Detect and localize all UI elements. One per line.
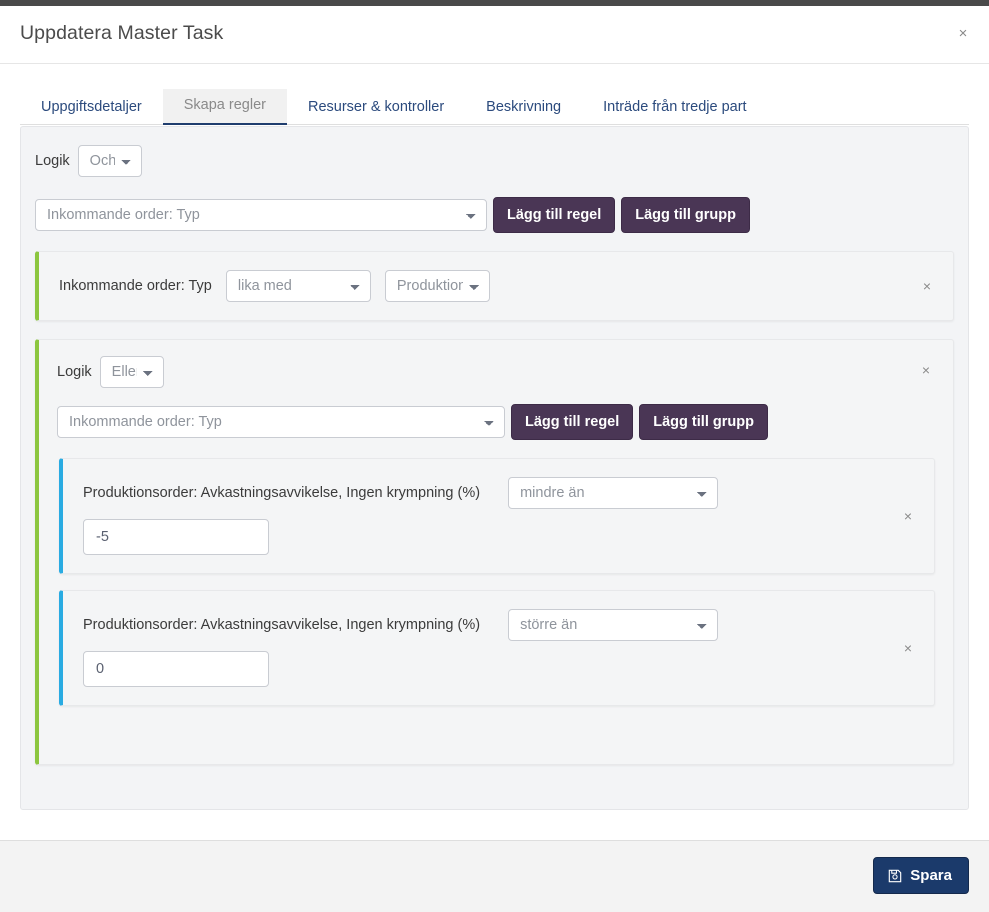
remove-rule-icon[interactable]: × xyxy=(918,277,936,295)
rule-value-select[interactable]: Produktion xyxy=(385,270,490,302)
rule-operator-select[interactable]: lika med xyxy=(226,270,371,302)
add-rule-button[interactable]: Lägg till regel xyxy=(493,197,615,233)
rule-field-label: Inkommande order: Typ xyxy=(59,278,212,294)
modal-footer: Spara xyxy=(0,840,989,912)
remove-nested-rule-icon[interactable]: × xyxy=(899,639,917,657)
root-logic-select[interactable]: Och xyxy=(78,145,142,177)
save-icon xyxy=(888,869,902,883)
tab-uppgiftsdetaljer[interactable]: Uppgiftsdetaljer xyxy=(20,91,163,125)
remove-nested-rule-icon[interactable]: × xyxy=(899,507,917,525)
nested-add-group-button[interactable]: Lägg till grupp xyxy=(639,404,768,440)
save-button[interactable]: Spara xyxy=(873,857,969,894)
nested-rule-top: Produktionsorder: Avkastningsavvikelse, … xyxy=(83,477,914,509)
nested-rule-operator-select[interactable]: mindre än xyxy=(508,477,718,509)
root-logic-row: Logik Och xyxy=(35,145,954,177)
nested-field-row: Inkommande order: Typ Lägg till regel Lä… xyxy=(57,404,935,440)
nested-logic-select[interactable]: Eller xyxy=(100,356,164,388)
nested-rule-value-input[interactable] xyxy=(83,519,269,555)
nested-rule-field-label: Produktionsorder: Avkastningsavvikelse, … xyxy=(83,485,480,501)
nested-rule-value-input[interactable] xyxy=(83,651,269,687)
page-title: Uppdatera Master Task xyxy=(20,22,223,45)
rule-line: Inkommande order: Typ lika med Produktio… xyxy=(59,270,933,302)
group-bottom-spacer xyxy=(57,722,935,754)
nested-rule-top: Produktionsorder: Avkastningsavvikelse, … xyxy=(83,609,914,641)
add-group-button[interactable]: Lägg till grupp xyxy=(621,197,750,233)
tab-list: Uppgiftsdetaljer Skapa regler Resurser &… xyxy=(20,80,969,125)
table-row: Produktionsorder: Avkastningsavvikelse, … xyxy=(59,590,935,706)
tab-intrade-fran-tredje-part[interactable]: Inträde från tredje part xyxy=(582,91,767,125)
root-logic-label: Logik xyxy=(35,153,70,169)
nested-rule-content: Produktionsorder: Avkastningsavvikelse, … xyxy=(83,609,914,687)
remove-group-icon[interactable]: × xyxy=(917,361,935,379)
nested-rule-field-label: Produktionsorder: Avkastningsavvikelse, … xyxy=(83,617,480,633)
tab-beskrivning[interactable]: Beskrivning xyxy=(465,91,582,125)
nested-rule-operator-select[interactable]: större än xyxy=(508,609,718,641)
root-field-row: Inkommande order: Typ Lägg till regel Lä… xyxy=(35,197,954,233)
tab-skapa-regler[interactable]: Skapa regler xyxy=(163,89,287,125)
root-field-select[interactable]: Inkommande order: Typ xyxy=(35,199,487,231)
modal-header: Uppdatera Master Task × xyxy=(0,6,989,64)
nested-rule-content: Produktionsorder: Avkastningsavvikelse, … xyxy=(83,477,914,555)
rule-row: Inkommande order: Typ lika med Produktio… xyxy=(35,251,954,321)
close-icon[interactable]: × xyxy=(953,24,973,44)
nested-logic-label: Logik xyxy=(57,364,92,380)
nested-add-rule-button[interactable]: Lägg till regel xyxy=(511,404,633,440)
tab-bar: Uppgiftsdetaljer Skapa regler Resurser &… xyxy=(0,64,989,126)
tab-resurser-kontroller[interactable]: Resurser & kontroller xyxy=(287,91,465,125)
rule-builder-card: Logik Och Inkommande order: Typ Lägg til… xyxy=(20,126,969,810)
modal-dialog: Uppdatera Master Task × Uppgiftsdetaljer… xyxy=(0,6,989,912)
nested-rule-list: Produktionsorder: Avkastningsavvikelse, … xyxy=(57,458,935,706)
nested-group: × Logik Eller Inkommande order: Typ Lägg… xyxy=(35,339,954,765)
nested-logic-row: Logik Eller xyxy=(57,356,935,388)
modal-body: Logik Och Inkommande order: Typ Lägg til… xyxy=(0,126,989,832)
nested-field-select[interactable]: Inkommande order: Typ xyxy=(57,406,505,438)
table-row: Produktionsorder: Avkastningsavvikelse, … xyxy=(59,458,935,574)
save-button-label: Spara xyxy=(910,867,952,884)
